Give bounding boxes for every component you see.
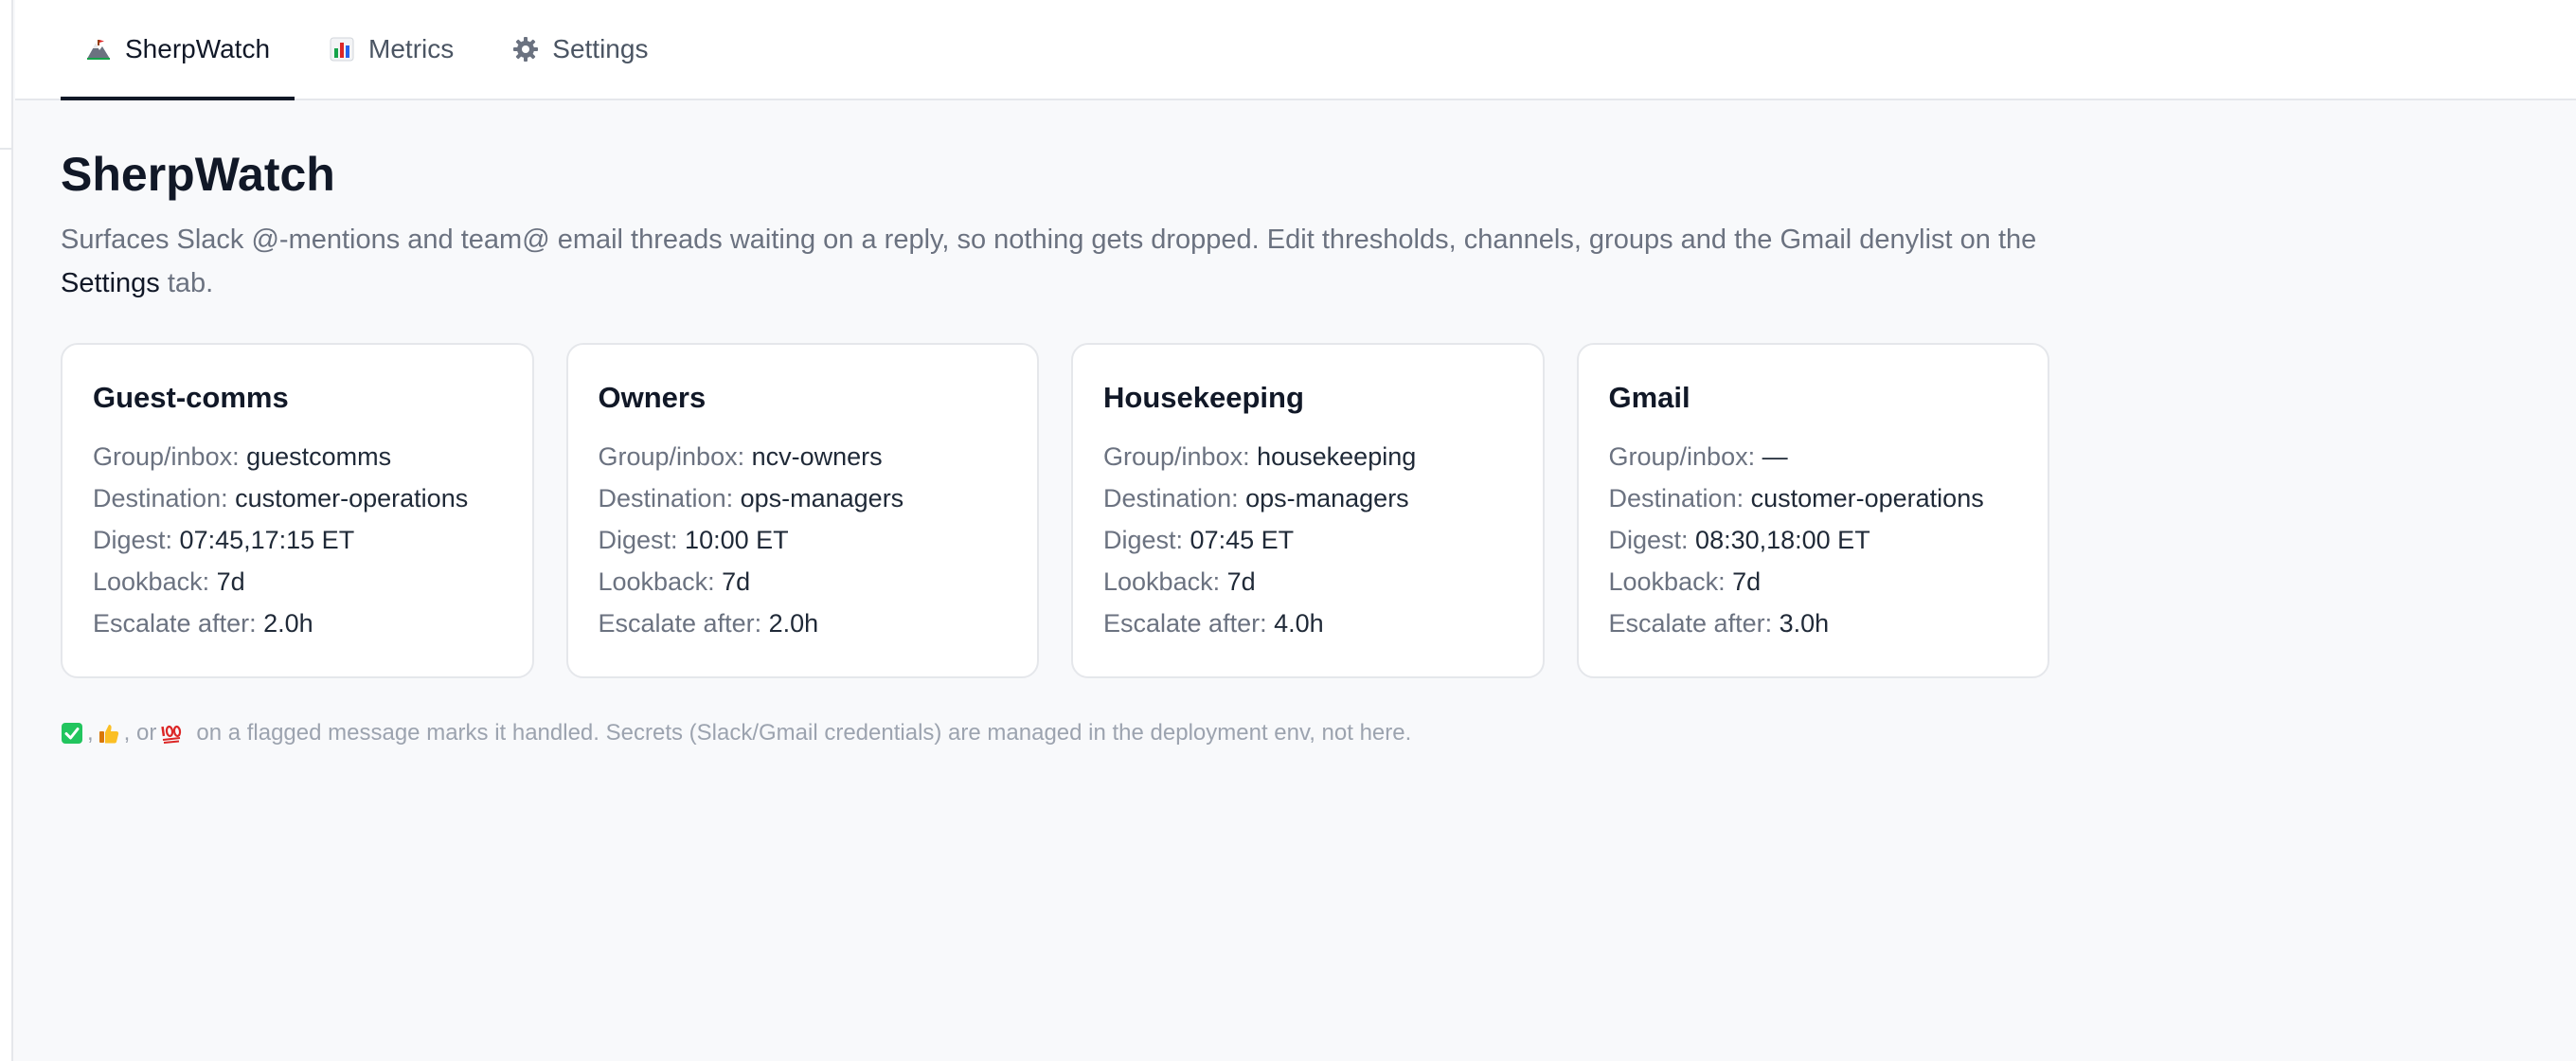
group-row: Group/inbox: guestcomms — [93, 442, 392, 471]
lookback-row: Lookback: 7d — [1608, 567, 1762, 596]
lookback-row: Lookback: 7d — [1103, 567, 1256, 596]
card-title: Guest-comms — [93, 381, 289, 414]
escalate-row: Escalate after: 2.0h — [598, 609, 819, 638]
group-row: Group/inbox: ncv-owners — [598, 442, 883, 471]
card-gmail: Gmail Group/inbox: — Destination: custom… — [1576, 343, 2049, 678]
gear-icon — [513, 37, 539, 62]
destination-row: Destination: ops-managers — [1103, 484, 1409, 513]
escalate-row: Escalate after: 4.0h — [1103, 609, 1324, 638]
tab-metrics[interactable]: Metrics — [304, 0, 478, 99]
top-nav: SherpWatch Metrics Settings — [15, 0, 2576, 100]
card-title: Gmail — [1608, 381, 1690, 414]
description-text-end: tab. — [159, 268, 214, 298]
footnote-text: on a flagged message marks it handled. S… — [196, 720, 1412, 746]
tab-settings[interactable]: Settings — [488, 0, 672, 99]
tab-label: Settings — [552, 34, 649, 63]
escalate-row: Escalate after: 2.0h — [93, 609, 313, 638]
tab-label: SherpWatch — [125, 34, 271, 63]
page-title: SherpWatch — [61, 148, 335, 201]
card-guest-comms: Guest-comms Group/inbox: guestcomms Dest… — [61, 343, 534, 678]
check-mark-icon — [62, 723, 82, 744]
lookback-row: Lookback: 7d — [598, 567, 751, 596]
left-panel-edge — [0, 0, 13, 1061]
group-row: Group/inbox: housekeeping — [1103, 442, 1417, 471]
lookback-row: Lookback: 7d — [93, 567, 245, 596]
hundred-points-icon — [161, 725, 182, 744]
settings-link[interactable]: Settings — [61, 268, 160, 298]
card-owners: Owners Group/inbox: ncv-owners Destinati… — [565, 343, 1039, 678]
tab-sherpwatch[interactable]: SherpWatch — [61, 0, 295, 100]
digest-row: Digest: 07:45,17:15 ET — [93, 526, 355, 554]
footnote-separator: , or — [123, 720, 157, 746]
card-grid: Guest-comms Group/inbox: guestcomms Dest… — [61, 343, 2049, 678]
card-title: Housekeeping — [1103, 381, 1304, 414]
thumbs-up-icon — [98, 725, 118, 744]
group-row: Group/inbox: — — [1608, 442, 1788, 471]
card-housekeeping: Housekeeping Group/inbox: housekeeping D… — [1071, 343, 1545, 678]
main-content: SherpWatch Surfaces Slack @-mentions and… — [61, 144, 2049, 746]
destination-row: Destination: customer-operations — [1608, 484, 1984, 513]
digest-row: Digest: 07:45 ET — [1103, 526, 1295, 554]
tab-label: Metrics — [368, 34, 455, 63]
page-description: Surfaces Slack @-mentions and team@ emai… — [61, 218, 2087, 305]
digest-row: Digest: 10:00 ET — [598, 526, 789, 554]
mountain-icon — [87, 40, 110, 60]
footnote-separator: , — [87, 720, 94, 746]
tab-bar: SherpWatch Metrics Settings — [61, 0, 672, 100]
bar-chart-icon — [330, 37, 354, 62]
digest-row: Digest: 08:30,18:00 ET — [1608, 526, 1870, 554]
escalate-row: Escalate after: 3.0h — [1608, 609, 1830, 638]
destination-row: Destination: customer-operations — [93, 484, 469, 513]
description-text: Surfaces Slack @-mentions and team@ emai… — [61, 225, 2037, 255]
destination-row: Destination: ops-managers — [598, 484, 904, 513]
footnote: , , or on a flagged message marks it han… — [61, 720, 2049, 746]
card-title: Owners — [598, 381, 707, 414]
